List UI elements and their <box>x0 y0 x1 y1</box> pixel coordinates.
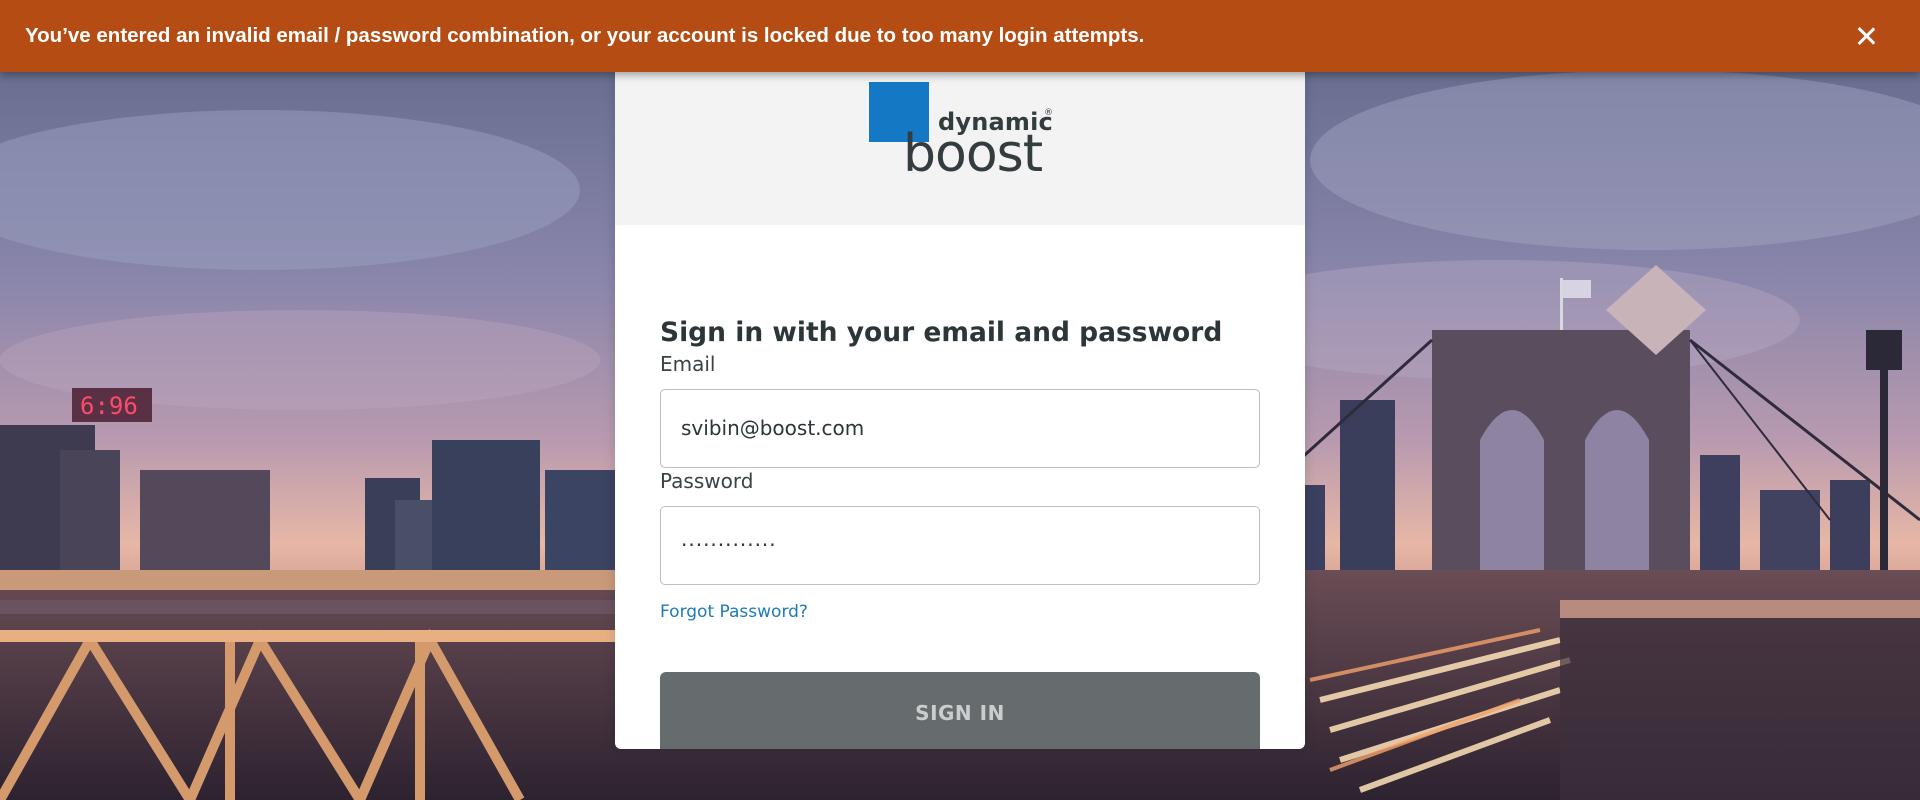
alert-message: You’ve entered an invalid email / passwo… <box>25 24 1145 47</box>
forgot-password-link[interactable]: Forgot Password? <box>660 602 808 622</box>
close-icon[interactable] <box>1852 22 1880 50</box>
email-label: Email <box>660 352 716 376</box>
dynamic-boost-logo: dynamic ® boost <box>869 82 1069 192</box>
error-alert-banner: You’ve entered an invalid email / passwo… <box>0 0 1920 72</box>
logo-word-boost: boost <box>903 124 1043 184</box>
sign-in-button[interactable]: SIGN IN <box>660 672 1260 749</box>
login-card: dynamic ® boost Sign in with your email … <box>615 49 1305 749</box>
password-field[interactable]: ············· <box>660 506 1260 585</box>
email-field[interactable]: svibin@boost.com <box>660 389 1260 468</box>
card-header: dynamic ® boost <box>615 49 1305 225</box>
password-label: Password <box>660 469 754 493</box>
form-heading: Sign in with your email and password <box>660 317 1223 348</box>
logo-registered-mark: ® <box>1044 108 1053 118</box>
clock-sign-text: 6:96 <box>80 392 138 420</box>
